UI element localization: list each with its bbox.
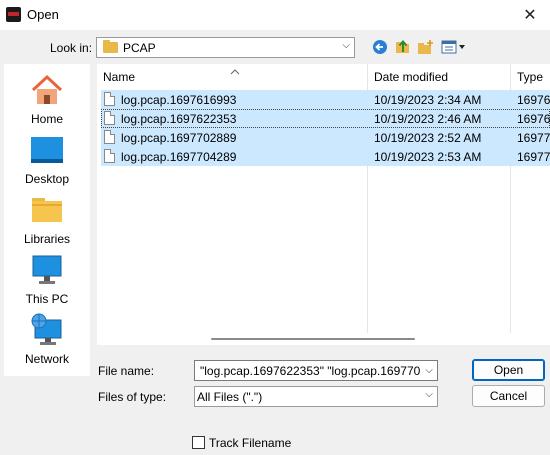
file-row[interactable]: log.pcap.1697704289 10/19/2023 2:53 AM 1… [101, 147, 550, 166]
horizontal-scrollbar[interactable] [97, 333, 550, 345]
column-header-name[interactable]: Name [103, 70, 135, 84]
folder-icon [103, 40, 118, 53]
place-libraries[interactable]: Libraries [4, 190, 90, 250]
cancel-button[interactable]: Cancel [472, 385, 545, 407]
file-icon [104, 92, 115, 106]
filetype-dropdown[interactable]: All Files (".") ⌵ [194, 386, 438, 407]
place-this-pc[interactable]: This PC [4, 250, 90, 310]
filename-label: File name: [98, 364, 155, 378]
place-label: This PC [25, 292, 69, 306]
track-filename-label: Track Filename [209, 436, 292, 450]
file-row[interactable]: log.pcap.1697702889 10/19/2023 2:52 AM 1… [101, 128, 550, 147]
chevron-down-icon: ⌵ [342, 40, 350, 51]
chevron-down-icon: ⌵ [425, 389, 433, 400]
chevron-down-icon[interactable]: ⌵ [421, 361, 437, 380]
file-list[interactable]: Name Date modified Type log.pcap.1697616… [97, 64, 550, 333]
close-icon: ✕ [523, 7, 537, 24]
home-icon [31, 74, 63, 104]
filetype-label: Files of type: [98, 390, 167, 404]
column-header-row: Name Date modified Type [97, 64, 550, 88]
place-label: Network [24, 352, 69, 366]
place-desktop[interactable]: Desktop [4, 130, 90, 190]
column-header-date[interactable]: Date modified [374, 70, 448, 84]
place-home[interactable]: Home [4, 70, 90, 130]
file-date: 10/19/2023 2:52 AM [374, 131, 482, 145]
network-icon [31, 313, 62, 345]
place-network[interactable]: Network [4, 310, 90, 370]
new-folder-icon[interactable] [417, 38, 435, 56]
file-icon [104, 149, 115, 163]
place-label: Home [30, 112, 63, 126]
file-type: 16977 [517, 150, 550, 164]
filename-value: "log.pcap.1697622353" "log.pcap.16977028… [200, 364, 438, 378]
file-row[interactable]: log.pcap.1697616993 10/19/2023 2:34 AM 1… [101, 90, 550, 109]
file-name: log.pcap.1697704289 [121, 150, 237, 164]
file-type: 16976 [517, 93, 550, 107]
track-filename-checkbox[interactable] [192, 436, 205, 449]
back-icon[interactable] [371, 38, 389, 56]
window-title: Open [27, 7, 59, 22]
file-date: 10/19/2023 2:53 AM [374, 150, 482, 164]
lookin-label: Look in: [50, 41, 93, 55]
file-type: 16976 [517, 112, 550, 126]
column-header-type[interactable]: Type [517, 70, 543, 84]
lookin-dropdown[interactable]: PCAP ⌵ [96, 37, 355, 58]
file-date: 10/19/2023 2:46 AM [374, 112, 482, 126]
libraries-icon [32, 198, 62, 222]
filetype-value: All Files (".") [197, 390, 263, 404]
close-button[interactable]: ✕ [510, 0, 550, 30]
place-label: Desktop [24, 172, 70, 186]
sort-ascending-icon [230, 64, 240, 75]
open-button[interactable]: Open [472, 359, 545, 381]
file-type: 16977 [517, 131, 550, 145]
desktop-icon [31, 137, 63, 163]
up-folder-icon[interactable] [394, 38, 412, 56]
title-bar: Open ✕ [0, 0, 550, 30]
place-label: Libraries [23, 232, 71, 246]
scrollbar-thumb[interactable] [211, 338, 415, 340]
file-name: log.pcap.1697622353 [121, 112, 237, 126]
file-name: log.pcap.1697616993 [121, 93, 237, 107]
this-pc-icon [32, 255, 62, 284]
filename-input[interactable]: "log.pcap.1697622353" "log.pcap.16977028… [194, 360, 438, 381]
file-name: log.pcap.1697702889 [121, 131, 237, 145]
file-date: 10/19/2023 2:34 AM [374, 93, 482, 107]
places-bar: Home Desktop Libraries This PC Network [4, 64, 90, 376]
file-row[interactable]: log.pcap.1697622353 10/19/2023 2:46 AM 1… [101, 109, 550, 128]
file-icon [104, 130, 115, 144]
lookin-value: PCAP [123, 41, 156, 55]
file-icon [104, 111, 115, 125]
app-icon [6, 7, 21, 22]
view-menu-icon[interactable] [441, 38, 467, 56]
